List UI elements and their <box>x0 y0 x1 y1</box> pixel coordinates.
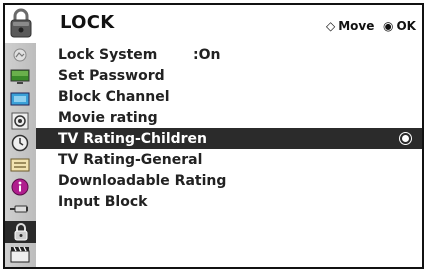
padlock-icon <box>10 8 32 38</box>
menu-item-set-password[interactable]: Set Password <box>36 65 422 86</box>
menu-item-tv-rating-general[interactable]: TV Rating-General <box>36 149 422 170</box>
clock-icon[interactable] <box>8 134 32 152</box>
menu-item-downloadable-rating[interactable]: Downloadable Rating <box>36 170 422 191</box>
menu-item-label: Lock System <box>58 46 158 63</box>
ok-button-icon: ◉ <box>383 19 394 33</box>
lock-menu-window: LOCK ◇ Move ◉ OK Lock System:On Set Pas… <box>3 3 424 269</box>
navigation-arrows-icon: ◇ <box>326 19 336 33</box>
ok-hint: ◉ OK <box>383 19 416 33</box>
category-sidebar <box>5 43 37 267</box>
menu-item-label: Movie rating <box>58 109 158 126</box>
aspect-ratio-icon[interactable] <box>8 90 32 108</box>
menu-item-lock-system[interactable]: Lock System :On <box>36 44 422 65</box>
lock-menu-list: Lock System :On Set Password Block Chann… <box>36 43 422 267</box>
menu-item-tv-rating-children[interactable]: TV Rating-Children <box>36 128 422 149</box>
menu-item-label: Set Password <box>58 67 165 84</box>
tv-screen-icon[interactable] <box>8 68 32 86</box>
move-hint-label: Move <box>338 19 375 33</box>
clapperboard-icon[interactable] <box>8 245 32 263</box>
menu-item-movie-rating[interactable]: Movie rating <box>36 107 422 128</box>
option-icon[interactable] <box>8 156 32 174</box>
menu-item-label: Block Channel <box>58 88 170 105</box>
audio-icon[interactable] <box>8 112 32 130</box>
menu-item-label: Input Block <box>58 193 148 210</box>
lock-icon[interactable] <box>5 221 36 243</box>
picture-icon[interactable] <box>8 46 32 64</box>
menu-item-label: Downloadable Rating <box>58 172 227 189</box>
menu-item-block-channel[interactable]: Block Channel <box>36 86 422 107</box>
selected-radio-icon <box>399 132 412 145</box>
menu-item-label: TV Rating-Children <box>58 130 208 147</box>
menu-item-input-block[interactable]: Input Block <box>36 191 422 212</box>
input-icon[interactable] <box>8 200 32 218</box>
menu-header: LOCK ◇ Move ◉ OK <box>5 5 422 43</box>
ok-hint-label: OK <box>396 19 416 33</box>
lock-system-value: :On <box>193 46 221 63</box>
menu-item-label: TV Rating-General <box>58 151 203 168</box>
move-hint: ◇ Move <box>326 19 374 33</box>
page-title: LOCK <box>60 12 115 33</box>
info-icon[interactable] <box>8 178 32 196</box>
